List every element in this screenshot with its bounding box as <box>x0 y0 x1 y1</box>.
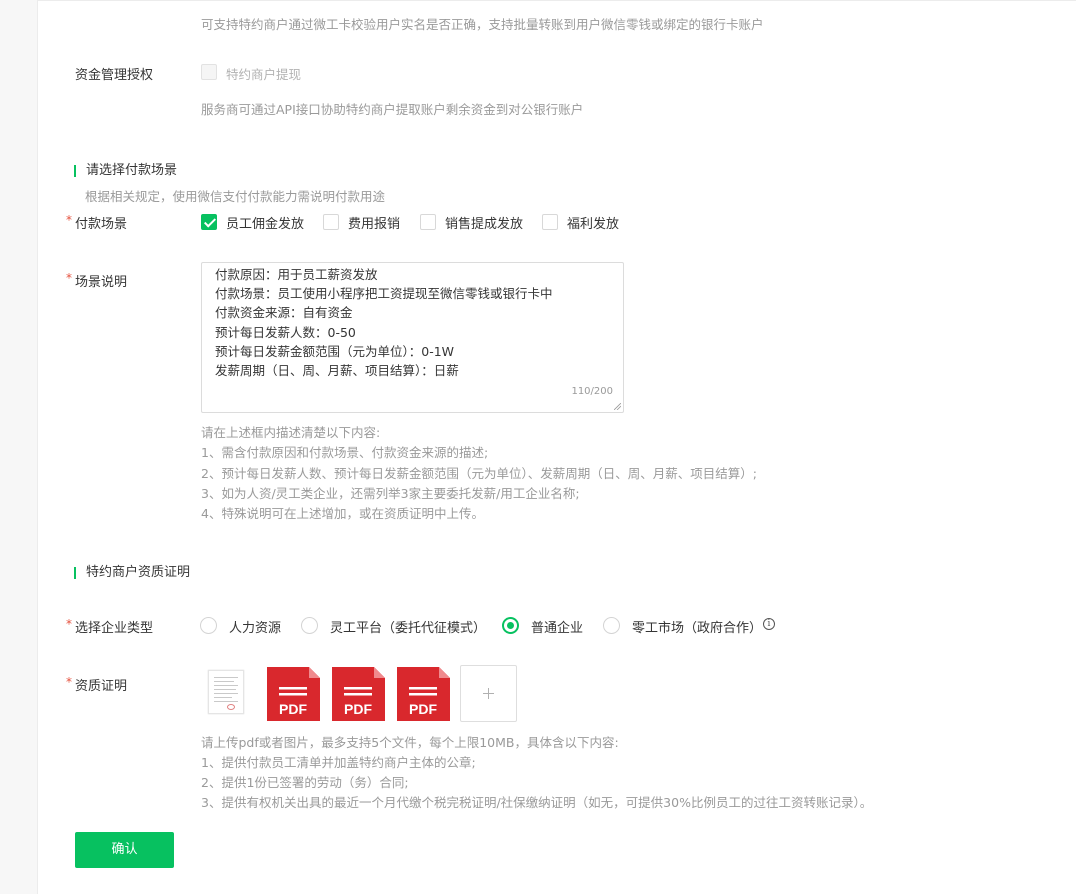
pdf-file-icon[interactable]: PDF <box>330 666 386 722</box>
document-thumbnail[interactable] <box>208 670 244 714</box>
form-panel: 可支持特约商户通过微工卡校验用户实名是否正确，支持批量转账到用户微信零钱或绑定的… <box>37 0 1076 894</box>
withdraw-option-label: 特约商户提现 <box>226 67 302 82</box>
type-radio-normal[interactable] <box>502 617 519 634</box>
payment-section-title: 请选择付款场景 <box>74 164 177 177</box>
scene-label-commission: 员工佣金发放 <box>226 217 305 232</box>
withdraw-checkbox[interactable] <box>201 64 217 80</box>
resize-handle-icon[interactable] <box>614 403 621 410</box>
scene-desc-line: 付款原因：用于员工薪资发放 <box>215 267 378 282</box>
type-label-hr: 人力资源 <box>229 621 282 636</box>
scene-checkbox-sales[interactable] <box>420 214 436 230</box>
qualification-help-line: 请上传pdf或者图片，最多支持5个文件，每个上限10MB，具体含以下内容: <box>201 735 619 750</box>
scene-label-expense: 费用报销 <box>348 217 401 232</box>
payment-scene-label: 付款场景 <box>66 213 127 232</box>
fund-auth-label: 资金管理授权 <box>75 68 154 83</box>
scene-label-welfare: 福利发放 <box>567 217 620 232</box>
qualification-help-line: 3、提供有权机关出具的最近一个月代缴个税完税证明/社保缴纳证明（如无，可提供30… <box>201 795 873 810</box>
scene-desc-label: 场景说明 <box>66 271 127 290</box>
scene-desc-line: 预计每日发薪金额范围（元为单位）：0-1W <box>215 343 455 359</box>
qualification-label: 资质证明 <box>66 675 127 694</box>
scene-desc-line: 付款场景：员工使用小程序把工资提现至微信零钱或银行卡中 <box>215 286 553 302</box>
scene-help-line: 请在上述框内描述清楚以下内容: <box>201 425 381 440</box>
type-radio-hr[interactable] <box>200 617 217 634</box>
pdf-file-icon[interactable]: PDF <box>395 666 451 722</box>
confirm-button[interactable]: 确认 <box>75 832 174 868</box>
upload-add-button[interactable] <box>460 665 517 722</box>
scene-help-line: 1、需含付款原因和付款场景、付款资金来源的描述; <box>201 445 489 460</box>
qualification-section-title: 特约商户资质证明 <box>74 566 190 579</box>
scene-help-line: 3、如为人资/灵工类企业，还需列举3家主要委托发薪/用工企业名称; <box>201 486 580 501</box>
scene-desc-line: 发薪周期（日、周、月薪、项目结算）：日薪 <box>215 363 459 379</box>
scene-desc-textarea[interactable]: 付款原因：用于员工薪资发放 付款场景：员工使用小程序把工资提现至微信零钱或银行卡… <box>201 262 624 413</box>
type-label-gig-market: 零工市场（政府合作） <box>632 621 763 636</box>
scene-checkbox-commission[interactable] <box>201 214 217 230</box>
scene-help-line: 4、特殊说明可在上述增加，或在资质证明中上传。 <box>201 506 484 521</box>
type-label-gig-platform: 灵工平台（委托代征模式） <box>330 621 487 636</box>
payment-section-hint: 根据相关规定，使用微信支付付款能力需说明付款用途 <box>85 189 386 204</box>
type-radio-gig-platform[interactable] <box>301 617 318 634</box>
qualification-help-line: 2、提供1份已签署的劳动（务）合同; <box>201 775 409 790</box>
fund-auth-hint: 服务商可通过API接口协助特约商户提取账户剩余资金到对公银行账户 <box>201 102 584 117</box>
scene-help-line: 2、预计每日发薪人数、预计每日发薪金额范围（元为单位）、发薪周期（日、周、月薪、… <box>201 466 757 481</box>
top-hint: 可支持特约商户通过微工卡校验用户实名是否正确，支持批量转账到用户微信零钱或绑定的… <box>201 17 764 32</box>
type-label-normal: 普通企业 <box>531 621 584 636</box>
scene-checkbox-welfare[interactable] <box>542 214 558 230</box>
pdf-file-icon[interactable]: PDF <box>265 666 321 722</box>
pdf-label: PDF <box>409 701 437 717</box>
type-radio-gig-market[interactable] <box>603 617 620 634</box>
scene-desc-line: 预计每日发薪人数：0-50 <box>215 324 356 340</box>
pdf-label: PDF <box>279 701 307 717</box>
scene-checkbox-expense[interactable] <box>323 214 339 230</box>
qualification-help-line: 1、提供付款员工清单并加盖特约商户主体的公章; <box>201 755 476 770</box>
scene-desc-line: 付款资金来源：自有资金 <box>215 305 353 321</box>
pdf-label: PDF <box>344 701 372 717</box>
enterprise-type-label: 选择企业类型 <box>66 617 153 636</box>
info-icon[interactable]: i <box>763 618 775 630</box>
char-counter: 110/200 <box>571 386 613 397</box>
scene-label-sales: 销售提成发放 <box>445 217 524 232</box>
